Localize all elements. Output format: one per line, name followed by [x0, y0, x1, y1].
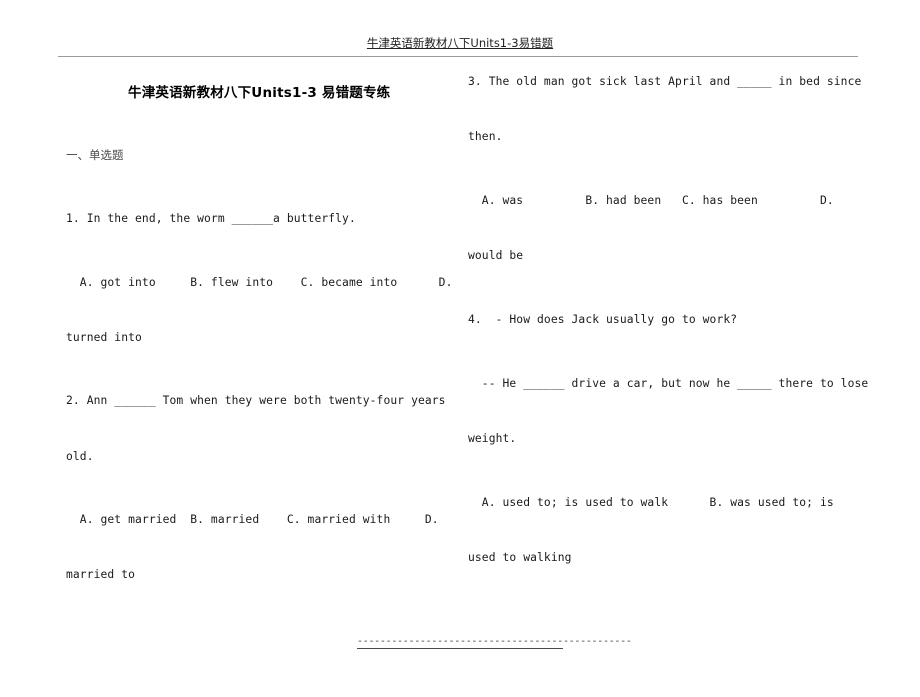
text-line: A. used to; is used to walk B. was used … — [468, 496, 834, 509]
footer-rule — [357, 648, 563, 649]
text-line: used to walking — [468, 551, 572, 564]
text-line: 2. Ann ______ Tom when they were both tw… — [66, 394, 446, 407]
text-line: weight. — [468, 432, 517, 445]
text-line: 4. - How does Jack usually go to work? — [468, 313, 738, 326]
text-line: would be — [468, 249, 524, 262]
column-left: 1. In the end, the worm ______a butterfl… — [60, 0, 480, 697]
text-line: 3. The old man got sick last April and _… — [468, 75, 862, 88]
text-line: turned into — [66, 331, 142, 344]
document-page: 牛津英语新教材八下Units1-3易错题 牛津英语新教材八下Units1-3 易… — [0, 0, 920, 697]
column-right: 3. The old man got sick last April and _… — [460, 0, 880, 697]
text-line: old. — [66, 450, 94, 463]
text-line: -- He ______ drive a car, but now he ___… — [468, 377, 869, 390]
footer-dashed-line: ----------------------------------------… — [357, 636, 632, 647]
text-line: A. got into B. flew into C. became into … — [66, 276, 453, 289]
text-line: then. — [468, 130, 503, 143]
text-line: 1. In the end, the worm ______a butterfl… — [66, 212, 356, 225]
text-line: married to — [66, 568, 136, 581]
footer-separator: ----------------------------------------… — [357, 636, 632, 649]
text-line: A. get married B. married C. married wit… — [66, 513, 439, 526]
text-line: A. was B. had been C. has been D. — [468, 194, 834, 207]
